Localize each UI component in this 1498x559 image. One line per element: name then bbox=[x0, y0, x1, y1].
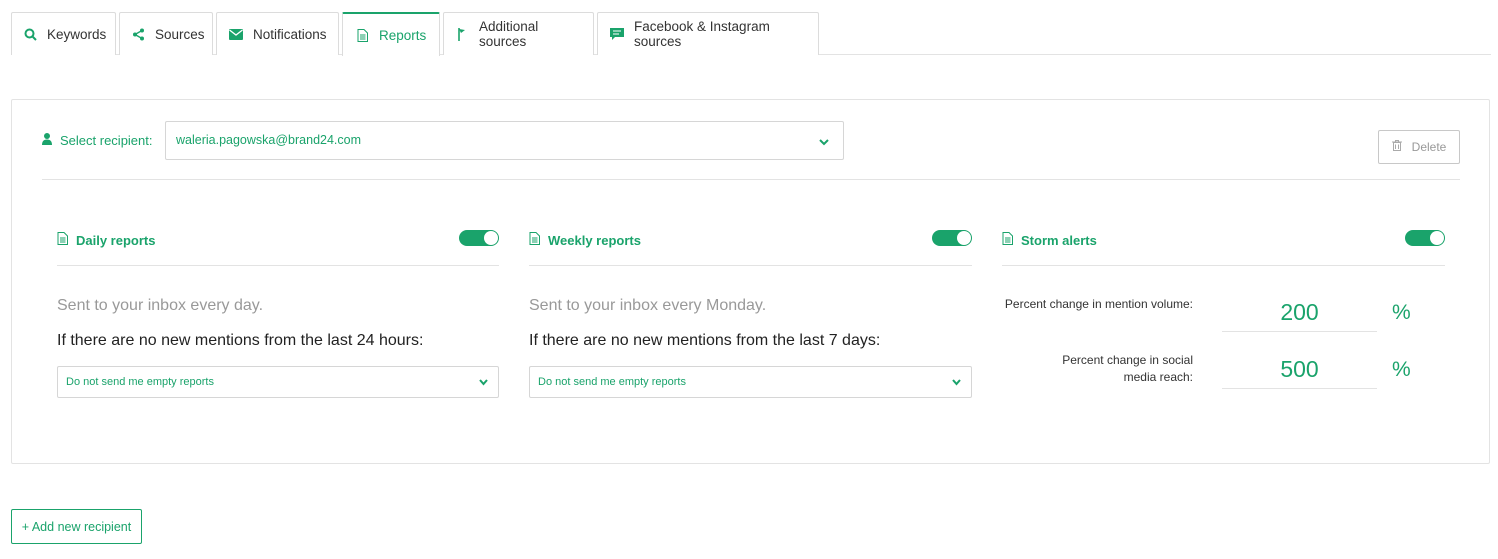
chevron-down-icon bbox=[819, 135, 829, 149]
weekly-sent-text: Sent to your inbox every Monday. bbox=[529, 297, 767, 314]
storm-alerts-header: Storm alerts bbox=[1002, 220, 1445, 266]
mention-volume-label: Percent change in mention volume: bbox=[1004, 297, 1193, 311]
daily-reports-section: Daily reports Sent to your inbox every d… bbox=[57, 220, 499, 398]
daily-empty-select[interactable]: Do not send me empty reports bbox=[57, 366, 499, 398]
storm-alerts-title: Storm alerts bbox=[1002, 232, 1097, 248]
document-icon bbox=[529, 232, 540, 248]
envelope-icon bbox=[229, 27, 243, 41]
weekly-empty-label: If there are no new mentions from the la… bbox=[529, 332, 881, 349]
weekly-empty-option: Do not send me empty reports bbox=[538, 376, 686, 388]
daily-empty-option: Do not send me empty reports bbox=[66, 376, 214, 388]
share-icon bbox=[132, 27, 145, 41]
tab-notifications[interactable]: Notifications bbox=[216, 12, 339, 55]
tab-reports[interactable]: Reports bbox=[342, 12, 440, 56]
toggle-knob bbox=[1430, 231, 1444, 245]
percent-sign: % bbox=[1392, 358, 1411, 381]
tab-facebook-instagram-sources[interactable]: Facebook & Instagram sources bbox=[597, 12, 819, 55]
delete-label: Delete bbox=[1411, 140, 1447, 154]
mention-volume-row: Percent change in mention volume: % bbox=[1002, 294, 1444, 354]
daily-reports-header: Daily reports bbox=[57, 220, 499, 266]
divider bbox=[42, 179, 1460, 180]
document-icon bbox=[355, 28, 369, 42]
recipient-panel: Select recipient: waleria.pagowska@brand… bbox=[11, 99, 1490, 464]
daily-empty-label: If there are no new mentions from the la… bbox=[57, 332, 424, 349]
weekly-reports-title: Weekly reports bbox=[529, 232, 641, 248]
add-new-recipient-button[interactable]: + Add new recipient bbox=[11, 509, 142, 544]
social-reach-label: Percent change in social media reach: bbox=[1062, 353, 1193, 384]
chevron-down-icon bbox=[479, 377, 488, 389]
daily-sent-text: Sent to your inbox every day. bbox=[57, 297, 264, 314]
document-icon bbox=[57, 232, 68, 248]
social-reach-input[interactable] bbox=[1222, 351, 1377, 389]
select-recipient-text: Select recipient: bbox=[60, 133, 153, 148]
search-icon bbox=[24, 27, 37, 41]
weekly-reports-title-text: Weekly reports bbox=[548, 232, 641, 248]
tab-keywords[interactable]: Keywords bbox=[11, 12, 116, 55]
flag-icon bbox=[456, 27, 469, 41]
tab-label: Sources bbox=[155, 26, 205, 42]
percent-sign: % bbox=[1392, 301, 1411, 324]
weekly-reports-toggle[interactable] bbox=[932, 230, 972, 246]
toggle-knob bbox=[957, 231, 971, 245]
tab-bar: Keywords Sources Notifications Reports A… bbox=[11, 12, 1491, 56]
mention-volume-input[interactable] bbox=[1222, 294, 1377, 332]
recipient-email: waleria.pagowska@brand24.com bbox=[176, 133, 362, 147]
trash-icon bbox=[1391, 140, 1402, 154]
tab-label: Additional sources bbox=[478, 19, 539, 49]
delete-button[interactable]: Delete bbox=[1378, 130, 1460, 164]
daily-reports-title-text: Daily reports bbox=[76, 232, 156, 248]
storm-alerts-title-text: Storm alerts bbox=[1021, 232, 1097, 248]
social-reach-row: Percent change in social media reach: % bbox=[1002, 351, 1444, 411]
daily-reports-title: Daily reports bbox=[57, 232, 155, 248]
tab-label: Facebook & Instagram sources bbox=[634, 19, 770, 49]
recipient-select[interactable]: waleria.pagowska@brand24.com bbox=[165, 121, 844, 160]
weekly-reports-section: Weekly reports Sent to your inbox every … bbox=[529, 220, 972, 398]
tab-label: Reports bbox=[379, 27, 427, 43]
tab-additional-sources[interactable]: Additional sources bbox=[443, 12, 594, 55]
comment-icon bbox=[610, 27, 624, 41]
select-recipient-label: Select recipient: bbox=[42, 133, 153, 148]
tab-label: Keywords bbox=[47, 26, 107, 42]
weekly-empty-select[interactable]: Do not send me empty reports bbox=[529, 366, 972, 398]
user-icon bbox=[42, 133, 52, 148]
weekly-reports-header: Weekly reports bbox=[529, 220, 972, 266]
storm-alerts-toggle[interactable] bbox=[1405, 230, 1445, 246]
document-icon bbox=[1002, 232, 1013, 248]
chevron-down-icon bbox=[952, 377, 961, 389]
daily-reports-toggle[interactable] bbox=[459, 230, 499, 246]
storm-alerts-section: Storm alerts Percent change in mention v… bbox=[1002, 220, 1445, 389]
tab-sources[interactable]: Sources bbox=[119, 12, 213, 55]
tab-label: Notifications bbox=[253, 26, 327, 42]
toggle-knob bbox=[484, 231, 498, 245]
